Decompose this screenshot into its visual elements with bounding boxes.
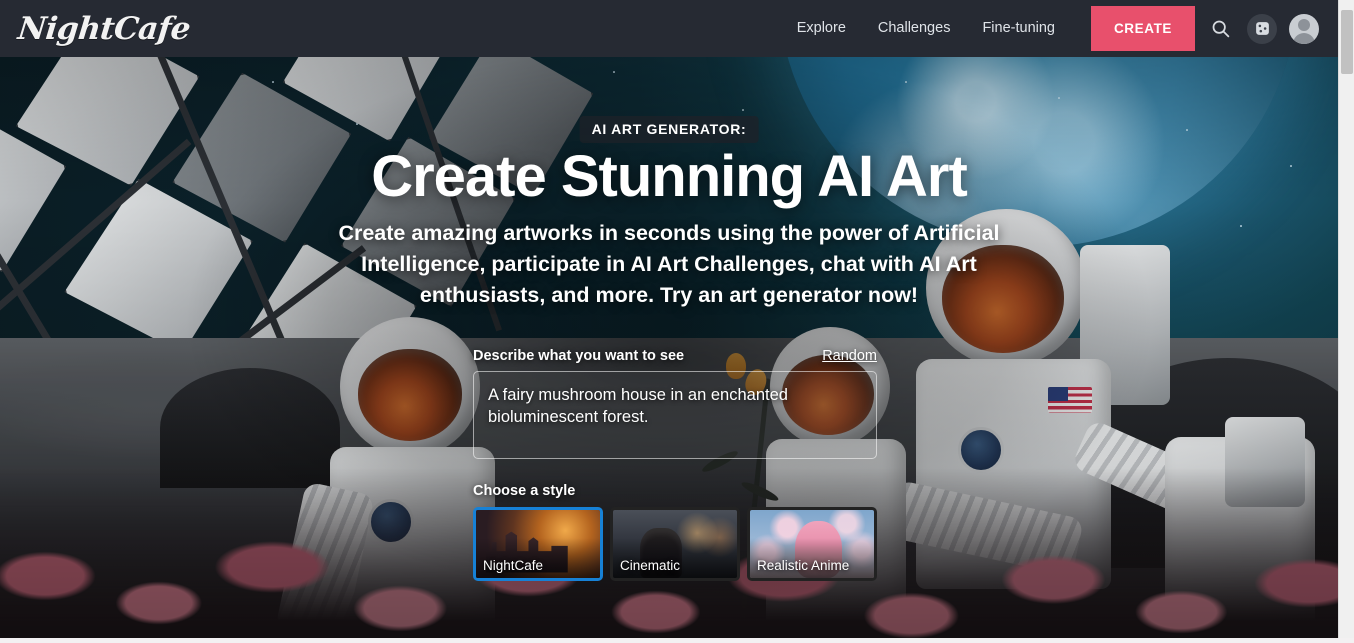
- hero-content: AI ART GENERATOR: Create Stunning AI Art…: [0, 0, 1338, 581]
- dice-icon[interactable]: [1247, 13, 1277, 44]
- create-button[interactable]: CREATE: [1091, 6, 1195, 51]
- style-card-label: Realistic Anime: [757, 558, 850, 573]
- style-card-nightcafe[interactable]: NightCafe: [473, 507, 603, 581]
- nav-challenges[interactable]: Challenges: [862, 0, 967, 57]
- style-card-label: NightCafe: [483, 558, 544, 573]
- prompt-label-row: Describe what you want to see Random: [473, 348, 877, 364]
- random-prompt-link[interactable]: Random: [822, 348, 877, 364]
- taskbar-strip: [0, 638, 1354, 643]
- hero-subtitle: Create amazing artworks in seconds using…: [338, 221, 1000, 307]
- user-avatar-icon[interactable]: [1289, 13, 1319, 44]
- prompt-label: Describe what you want to see: [473, 348, 685, 364]
- nav-explore[interactable]: Explore: [781, 0, 862, 57]
- search-icon[interactable]: [1199, 0, 1241, 57]
- style-card-cinematic[interactable]: Cinematic: [610, 507, 740, 581]
- scrollbar-down-arrow[interactable]: [1339, 622, 1354, 638]
- style-card-realistic-anime[interactable]: Realistic Anime: [747, 507, 877, 581]
- avatar-head: [1298, 18, 1310, 31]
- page-title: Create Stunning AI Art: [371, 144, 968, 209]
- prompt-form: Describe what you want to see Random Cho…: [473, 348, 877, 581]
- hero-kicker-badge: AI ART GENERATOR:: [579, 116, 759, 143]
- site-header: NightCafe Explore Challenges Fine-tuning…: [0, 0, 1338, 57]
- avatar-body: [1293, 32, 1315, 44]
- page-scrollbar[interactable]: [1338, 0, 1354, 638]
- page-viewport: NightCafe Explore Challenges Fine-tuning…: [0, 0, 1338, 638]
- style-card-label: Cinematic: [620, 558, 681, 573]
- main-nav: Explore Challenges Fine-tuning CREATE: [781, 0, 1338, 57]
- style-section-label: Choose a style: [473, 483, 576, 499]
- style-picker: NightCafe Cinematic Realistic Anime: [473, 507, 877, 581]
- nightcafe-logo[interactable]: NightCafe: [16, 11, 192, 47]
- prompt-input[interactable]: [473, 371, 877, 459]
- nav-fine-tuning[interactable]: Fine-tuning: [966, 0, 1071, 57]
- scrollbar-thumb[interactable]: [1341, 10, 1353, 74]
- browser-viewport: NightCafe Explore Challenges Fine-tuning…: [0, 0, 1354, 643]
